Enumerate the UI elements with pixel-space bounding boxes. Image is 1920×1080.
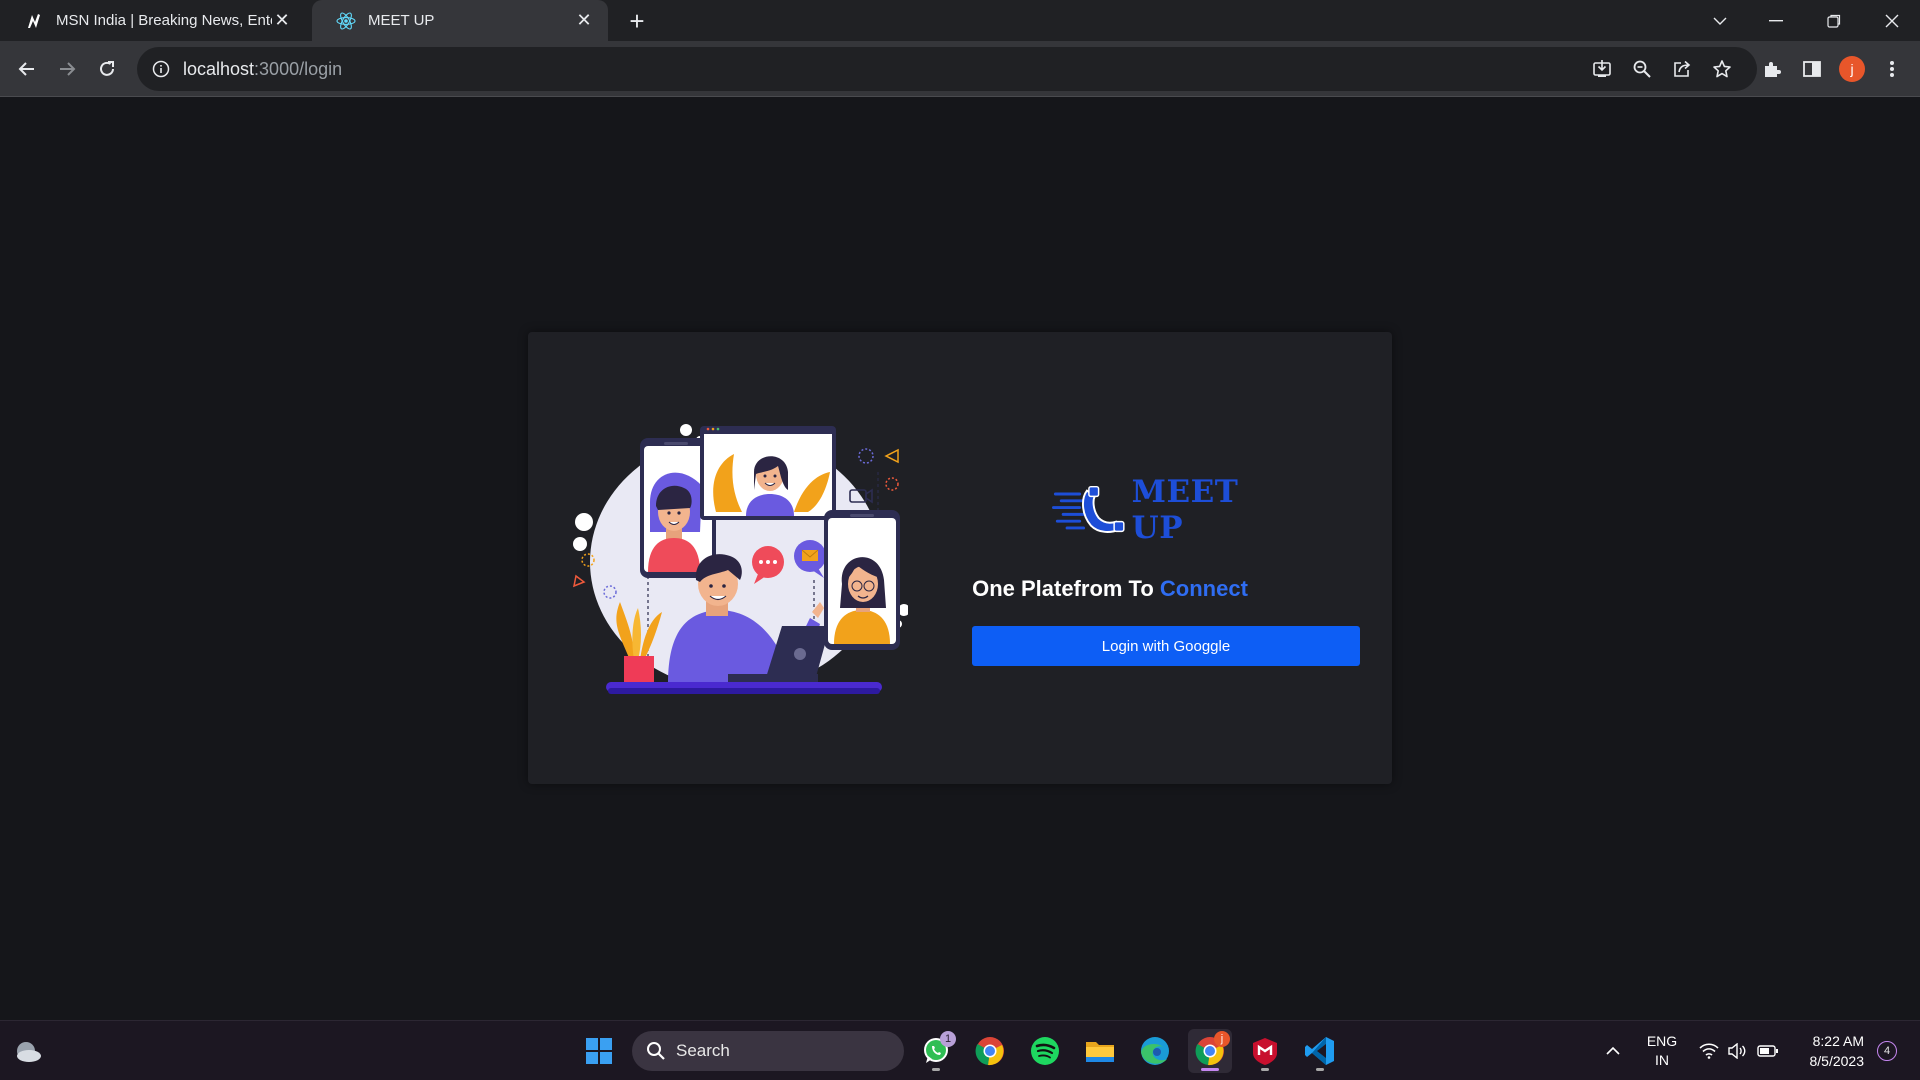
- whatsapp-icon[interactable]: 1: [914, 1029, 958, 1073]
- language-text: ENG: [1646, 1033, 1678, 1049]
- tab-strip: MSN India | Breaking News, Ente ✕ MEET U…: [0, 0, 1920, 41]
- running-indicator: [932, 1068, 940, 1071]
- share-icon[interactable]: [1664, 51, 1700, 87]
- browser-toolbar: localhost :3000/login j: [0, 41, 1920, 97]
- notification-count: 4: [1877, 1041, 1897, 1061]
- msn-icon: [24, 11, 44, 31]
- back-icon[interactable]: [9, 51, 45, 87]
- whatsapp-badge: 1: [940, 1031, 956, 1047]
- close-window-icon[interactable]: [1864, 0, 1920, 41]
- login-card: MEET UP One Platefrom To Connect Login w…: [528, 332, 1392, 784]
- menu-icon[interactable]: [1874, 51, 1910, 87]
- login-with-google-button[interactable]: Login with Googgle: [972, 626, 1360, 666]
- edge-icon[interactable]: [1133, 1029, 1177, 1073]
- side-panel-icon[interactable]: [1794, 51, 1830, 87]
- chrome-profile-badge: j: [1214, 1031, 1230, 1047]
- running-indicator: [1261, 1068, 1269, 1071]
- video-call-illustration: [572, 424, 908, 694]
- chevron-up-icon[interactable]: [1598, 1021, 1628, 1080]
- wifi-icon[interactable]: [1696, 1021, 1722, 1080]
- extensions-icon[interactable]: [1754, 51, 1790, 87]
- notification-center[interactable]: 4: [1874, 1021, 1900, 1080]
- region-text: IN: [1655, 1052, 1669, 1068]
- forward-icon[interactable]: [49, 51, 85, 87]
- tab-msn[interactable]: MSN India | Breaking News, Ente ✕: [0, 0, 306, 41]
- close-icon[interactable]: ✕: [574, 10, 594, 31]
- taskbar: Search 1 j ENG IN 8:22 AM 8/5/2023 4: [0, 1020, 1920, 1080]
- tagline: One Platefrom To Connect: [900, 576, 1320, 602]
- reload-icon[interactable]: [89, 51, 125, 87]
- plus-icon[interactable]: +: [622, 6, 652, 36]
- address-bar[interactable]: localhost :3000/login: [137, 47, 1757, 91]
- search-icon: [647, 1042, 665, 1060]
- tagline-text: One Platefrom To: [972, 576, 1160, 601]
- clock[interactable]: 8:22 AM 8/5/2023: [1794, 1021, 1865, 1080]
- url-host: localhost: [183, 58, 255, 79]
- close-icon[interactable]: ✕: [272, 10, 292, 31]
- chrome-profile-icon[interactable]: j: [1188, 1029, 1232, 1073]
- file-explorer-icon[interactable]: [1078, 1029, 1122, 1073]
- weather-icon[interactable]: [6, 1029, 50, 1073]
- star-icon[interactable]: [1704, 51, 1740, 87]
- tab-title: MEET UP: [368, 12, 435, 29]
- minimize-icon[interactable]: [1748, 0, 1804, 41]
- date-text: 8/5/2023: [1809, 1053, 1865, 1069]
- chevron-down-icon[interactable]: [1692, 0, 1748, 41]
- active-indicator: [1201, 1068, 1219, 1071]
- meet-up-logo: MEET UP: [1052, 474, 1296, 546]
- brand-name: MEET UP: [1131, 474, 1239, 546]
- time-text: 8:22 AM: [1812, 1033, 1864, 1049]
- start-icon[interactable]: [577, 1029, 621, 1073]
- volume-icon[interactable]: [1724, 1021, 1750, 1080]
- language-indicator[interactable]: ENG IN: [1640, 1021, 1684, 1080]
- taskbar-search[interactable]: Search: [632, 1031, 904, 1071]
- info-icon[interactable]: [151, 59, 171, 79]
- install-icon[interactable]: [1584, 51, 1620, 87]
- react-icon: [336, 11, 356, 31]
- url-path: :3000/login: [254, 58, 343, 79]
- zoom-icon[interactable]: [1624, 51, 1660, 87]
- spotify-icon[interactable]: [1023, 1029, 1067, 1073]
- tab-title: MSN India | Breaking News, Ente: [56, 12, 272, 29]
- vscode-icon[interactable]: [1298, 1029, 1342, 1073]
- phone-logo-icon: [1052, 485, 1125, 533]
- search-placeholder: Search: [676, 1041, 730, 1060]
- mcafee-icon[interactable]: [1243, 1029, 1287, 1073]
- tab-meet-up[interactable]: MEET UP ✕: [312, 0, 608, 41]
- chrome-icon[interactable]: [968, 1029, 1012, 1073]
- running-indicator: [1316, 1068, 1324, 1071]
- restore-icon[interactable]: [1806, 0, 1862, 41]
- tagline-accent: Connect: [1159, 576, 1248, 601]
- battery-icon[interactable]: [1754, 1021, 1782, 1080]
- profile-avatar[interactable]: j: [1834, 51, 1870, 87]
